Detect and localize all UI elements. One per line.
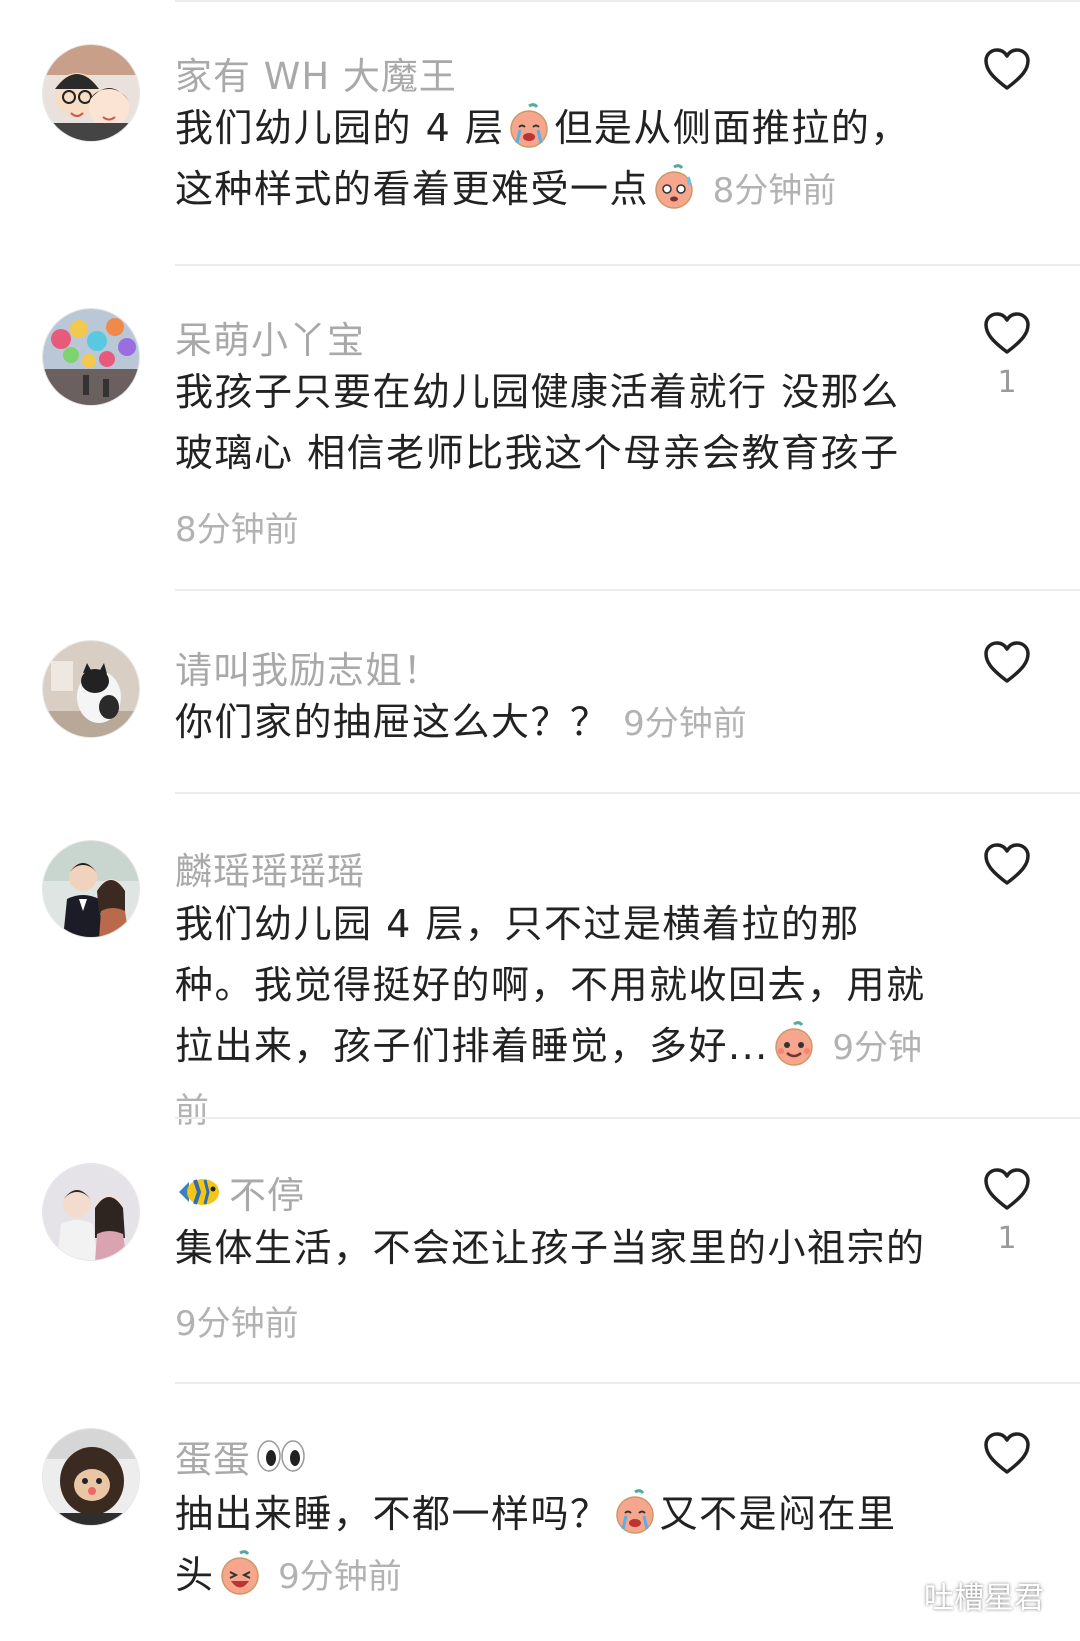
laughing-emoji-icon: [220, 1550, 259, 1595]
like-button[interactable]: 1: [980, 1167, 1034, 1256]
avatar[interactable]: [42, 308, 140, 406]
username[interactable]: 家有 WH 大魔王: [175, 46, 457, 100]
username[interactable]: 蛋蛋: [175, 1429, 307, 1483]
divider: [175, 792, 1080, 794]
comment-text: 集体生活，不会还让孩子当家里的小祖宗的: [175, 1226, 926, 1270]
avatar[interactable]: [42, 640, 140, 738]
divider: [175, 0, 1080, 2]
heart-outline-icon: [984, 1432, 1030, 1474]
avatar[interactable]: [42, 1163, 140, 1261]
username[interactable]: 麟瑶瑶瑶瑶: [175, 841, 365, 895]
like-count: 1: [997, 1221, 1017, 1256]
divider: [175, 589, 1080, 591]
comment-text: 我们幼儿园 4 层，只不过是横着拉的那种。我觉得挺好的啊，不用就收回去，用就拉出…: [175, 902, 926, 1131]
username-label: 蛋蛋: [175, 1438, 251, 1481]
comment-text: 我们幼儿园的 4 层但是从侧面推拉的，这种样式的看着更难受一点 8分钟前: [175, 98, 935, 222]
username[interactable]: 呆萌小丫宝: [175, 310, 365, 364]
avatar[interactable]: [42, 840, 140, 938]
timestamp: 9分钟前: [623, 704, 747, 744]
like-button[interactable]: [980, 640, 1034, 684]
divider: [175, 264, 1080, 266]
username-label: 呆萌小丫宝: [175, 319, 365, 362]
sweating-emoji-icon: [655, 164, 693, 209]
like-count: 1: [997, 365, 1017, 400]
comment-text: 抽出来睡，不都一样吗？ 又不是闷在里头 9分钟前: [175, 1484, 935, 1608]
crying-emoji-icon: [615, 1489, 654, 1534]
divider: [175, 1117, 1080, 1119]
timestamp: 8分钟前: [175, 510, 299, 550]
heart-outline-icon: [984, 1168, 1030, 1210]
crying-emoji-icon: [510, 103, 549, 148]
smiling-emoji-icon: [775, 1021, 813, 1066]
eyes-icon: [257, 1440, 305, 1472]
like-button[interactable]: [980, 842, 1034, 886]
divider: [175, 1382, 1080, 1384]
username-label: 不停: [229, 1174, 305, 1217]
avatar[interactable]: [42, 44, 140, 142]
comment-text: 你们家的抽屉这么大？？ 9分钟前: [175, 700, 747, 744]
username[interactable]: 请叫我励志姐！: [175, 640, 441, 694]
watermark-text: 吐槽星君: [924, 1581, 1044, 1616]
heart-outline-icon: [984, 48, 1030, 90]
like-button[interactable]: 1: [980, 311, 1034, 400]
heart-outline-icon: [984, 312, 1030, 354]
watermark: 吐槽星君: [872, 1573, 1044, 1617]
like-button[interactable]: [980, 1431, 1034, 1475]
username[interactable]: 不停: [175, 1165, 305, 1219]
timestamp: 9分钟前: [175, 1304, 299, 1344]
username-label: 请叫我励志姐！: [175, 649, 441, 692]
heart-outline-icon: [984, 641, 1030, 683]
like-button[interactable]: [980, 47, 1034, 91]
username-label: 麟瑶瑶瑶瑶: [175, 850, 365, 893]
comment-list: 家有 WH 大魔王 我们幼儿园的 4 层但是从侧面推拉的，这种样式的看着更难受一…: [0, 0, 1080, 1641]
comment-text: 我孩子只要在幼儿园健康活着就行 没那么玻璃心 相信老师比我这个母亲会教育孩子: [175, 370, 900, 475]
timestamp: 9分钟前: [278, 1557, 402, 1597]
heart-outline-icon: [984, 843, 1030, 885]
timestamp: 8分钟前: [712, 171, 837, 211]
wechat-icon: [872, 1578, 915, 1611]
username-label: 家有 WH 大魔王: [175, 55, 457, 98]
fish-icon: [179, 1179, 219, 1205]
avatar[interactable]: [42, 1428, 140, 1526]
